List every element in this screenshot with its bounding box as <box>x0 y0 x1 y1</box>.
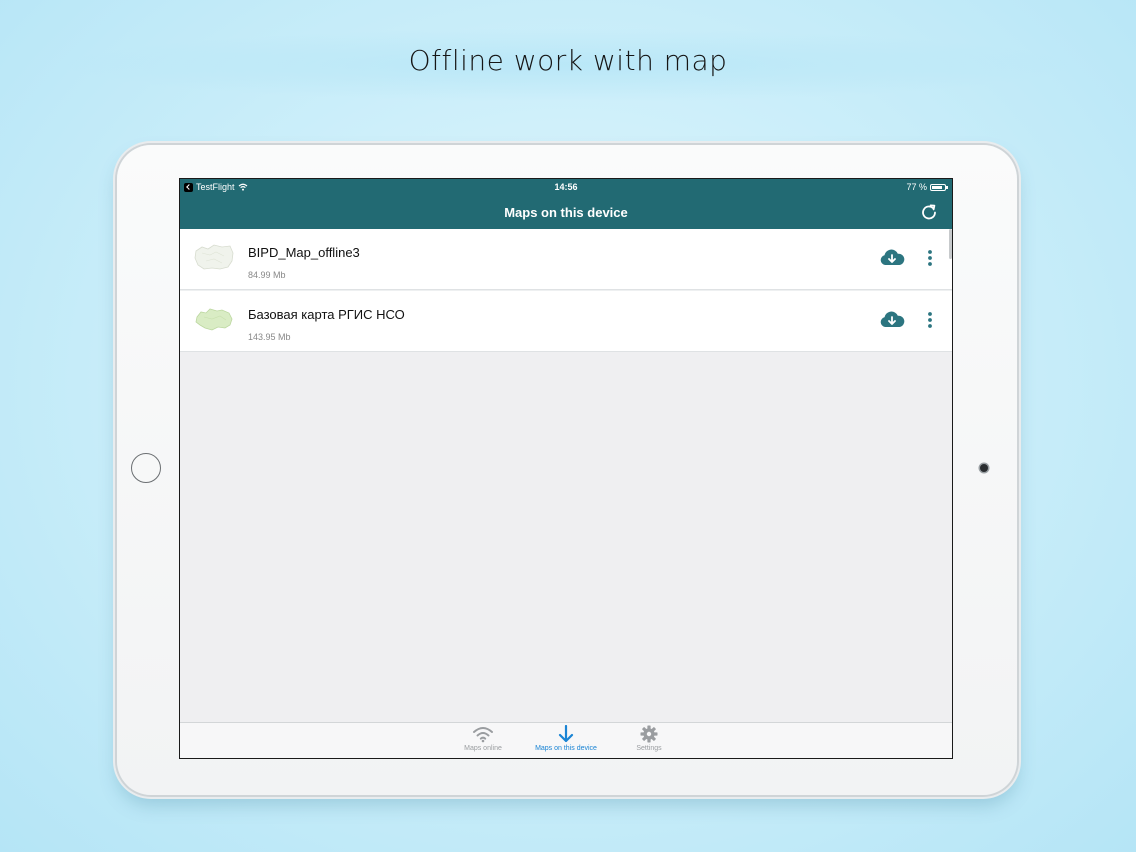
more-options-icon[interactable] <box>924 310 936 330</box>
map-thumbnail-image <box>195 308 233 331</box>
tab-label: Maps online <box>464 745 502 752</box>
front-camera <box>980 464 988 472</box>
tab-label: Settings <box>636 745 662 752</box>
battery-icon <box>930 183 948 191</box>
tab-settings[interactable]: Settings <box>609 725 689 757</box>
tab-bar: Maps online Maps on this device Settings <box>180 722 952 758</box>
refresh-icon[interactable] <box>920 203 938 221</box>
download-arrow-icon <box>558 725 574 743</box>
map-list-item[interactable]: BIPD_Map_offline3 84.99 Mb <box>180 229 952 290</box>
home-button[interactable] <box>131 453 161 483</box>
tablet-screen: TestFlight 14:56 77 % Maps on this devic… <box>179 178 953 759</box>
tab-maps-on-device[interactable]: Maps on this device <box>526 725 606 757</box>
cloud-download-icon[interactable] <box>879 248 905 268</box>
battery-percent: 77 % <box>906 182 927 192</box>
map-size: 84.99 Mb <box>248 270 286 280</box>
page-title: Maps on this device <box>504 205 628 220</box>
scroll-indicator[interactable] <box>949 229 952 259</box>
map-list: BIPD_Map_offline3 84.99 Mb Базовая карта… <box>180 229 952 352</box>
tab-maps-online[interactable]: Maps online <box>443 725 523 757</box>
status-time: 14:56 <box>554 182 578 192</box>
app-window: TestFlight 14:56 77 % Maps on this devic… <box>180 179 952 758</box>
map-name: Базовая карта РГИС НСО <box>248 307 405 322</box>
map-size: 143.95 Mb <box>248 332 291 342</box>
status-bar: TestFlight 14:56 77 % <box>180 179 952 195</box>
promo-headline: Offline work with map <box>408 44 728 77</box>
map-name: BIPD_Map_offline3 <box>248 245 360 260</box>
gear-icon <box>640 725 658 743</box>
status-right: 77 % <box>906 182 948 192</box>
tab-label: Maps on this device <box>535 745 597 752</box>
navigation-bar: Maps on this device <box>180 195 952 229</box>
wifi-icon <box>473 727 493 743</box>
more-options-icon[interactable] <box>924 248 936 268</box>
tablet-frame: TestFlight 14:56 77 % Maps on this devic… <box>117 145 1017 795</box>
map-list-item[interactable]: Базовая карта РГИС НСО 143.95 Mb <box>180 290 952 352</box>
cloud-download-icon[interactable] <box>879 310 905 330</box>
map-thumbnail-image <box>194 244 234 270</box>
